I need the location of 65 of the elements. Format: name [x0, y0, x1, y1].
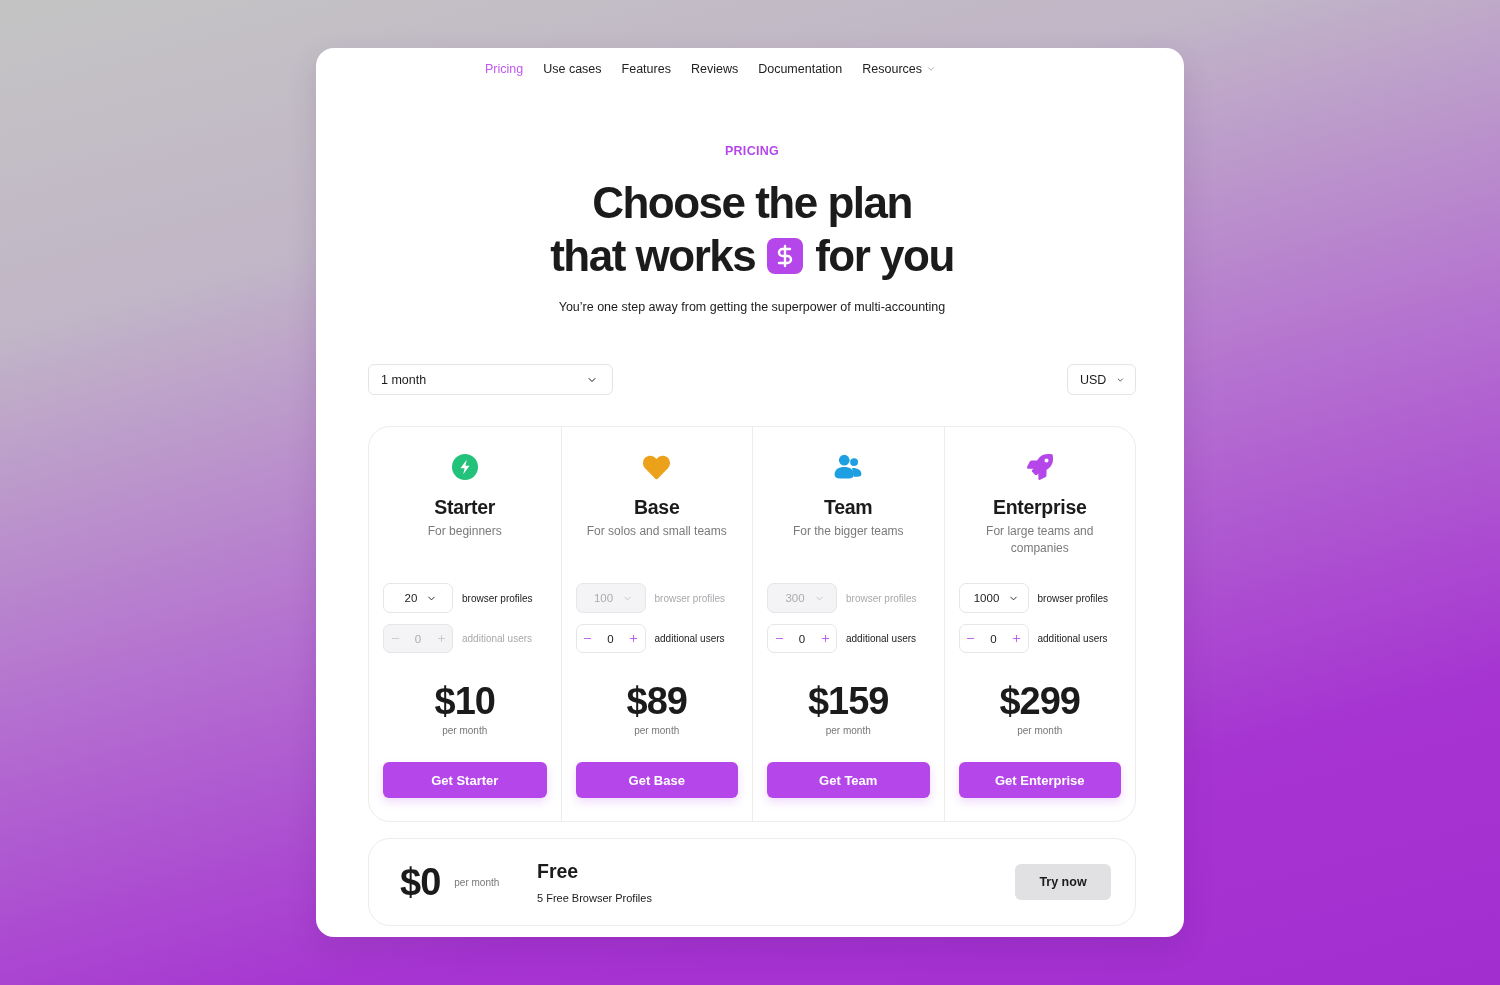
- control-label: additional users: [846, 633, 917, 644]
- plan-button[interactable]: Get Enterprise: [958, 762, 1121, 798]
- plus-icon: [1011, 633, 1022, 644]
- price-period: per month: [634, 724, 680, 738]
- control-label: additional users: [462, 633, 533, 644]
- try-now-button[interactable]: Try now: [1015, 864, 1111, 900]
- nav-link[interactable]: Use cases: [543, 62, 602, 76]
- quantity-stepper[interactable]: 0: [767, 624, 837, 653]
- plus-icon: [435, 633, 447, 644]
- plan-tagline: For the bigger teams: [792, 523, 904, 540]
- plan-button[interactable]: Get Starter: [383, 762, 547, 798]
- quantity-stepper[interactable]: 0: [958, 624, 1029, 653]
- price-period: per month: [825, 724, 871, 738]
- stepper-value: 0: [413, 632, 423, 645]
- plus-icon: [628, 633, 639, 644]
- plan-price: $10: [434, 679, 495, 723]
- control-label: browser profiles: [654, 592, 726, 604]
- price-period: per month: [454, 876, 500, 888]
- quantity-stepper[interactable]: 0: [575, 624, 646, 653]
- plan-price: $89: [626, 679, 687, 723]
- nav-link[interactable]: Reviews: [690, 62, 739, 76]
- plan-tagline: For large teams and companies: [985, 523, 1095, 557]
- stepper-value: 0: [989, 632, 998, 645]
- nav-link[interactable]: Resources: [862, 62, 936, 76]
- currency-select[interactable]: USD: [1067, 364, 1136, 395]
- control-label: browser profiles: [846, 592, 917, 604]
- plan-name: Free: [537, 859, 580, 883]
- nav-link[interactable]: Features: [621, 62, 671, 76]
- plan-button[interactable]: Get Team: [767, 762, 930, 798]
- nav-link[interactable]: Pricing: [485, 62, 524, 76]
- profiles-select[interactable]: 20: [383, 583, 453, 613]
- price-period: per month: [1017, 724, 1063, 738]
- page-title: that works: [550, 230, 756, 282]
- rocket-icon: [1026, 454, 1053, 480]
- stepper-value: 0: [606, 632, 615, 645]
- section-label: PRICING: [723, 144, 781, 158]
- plan-price: $0: [400, 860, 441, 904]
- stepper-value: 0: [797, 632, 807, 645]
- control-label: browser profiles: [462, 592, 533, 604]
- plan-button[interactable]: Get Base: [575, 762, 738, 798]
- users-icon: [834, 454, 863, 480]
- control-label: browser profiles: [1037, 592, 1109, 604]
- profiles-select[interactable]: 1000: [958, 583, 1029, 613]
- caret-icon: [926, 64, 936, 74]
- page-subtitle: You’re one step away from getting the superpower of multi-accounting: [557, 299, 947, 316]
- control-label: additional users: [1037, 633, 1108, 644]
- page-title: Choose the plan: [592, 177, 912, 229]
- plan-name: Base: [634, 495, 680, 519]
- plan-tagline: For beginners: [427, 523, 502, 540]
- plan-detail: 5 Free Browser Profiles: [537, 891, 652, 905]
- plan-price: $299: [999, 679, 1080, 723]
- nav-link[interactable]: Documentation: [758, 62, 843, 76]
- plus-icon: [819, 633, 831, 644]
- heart-icon: [643, 453, 671, 481]
- control-label: additional users: [654, 633, 725, 644]
- plan-name: Starter: [434, 495, 496, 519]
- plan-price: $159: [807, 679, 889, 723]
- plan-name: Enterprise: [993, 495, 1087, 519]
- plan-tagline: For solos and small teams: [586, 523, 727, 540]
- page-title: for you: [815, 230, 954, 282]
- dollar-icon: [767, 237, 804, 274]
- period-select[interactable]: 1 month: [368, 364, 613, 395]
- price-period: per month: [442, 724, 488, 738]
- bolt-icon: [451, 454, 478, 480]
- plan-name: Team: [824, 495, 873, 519]
